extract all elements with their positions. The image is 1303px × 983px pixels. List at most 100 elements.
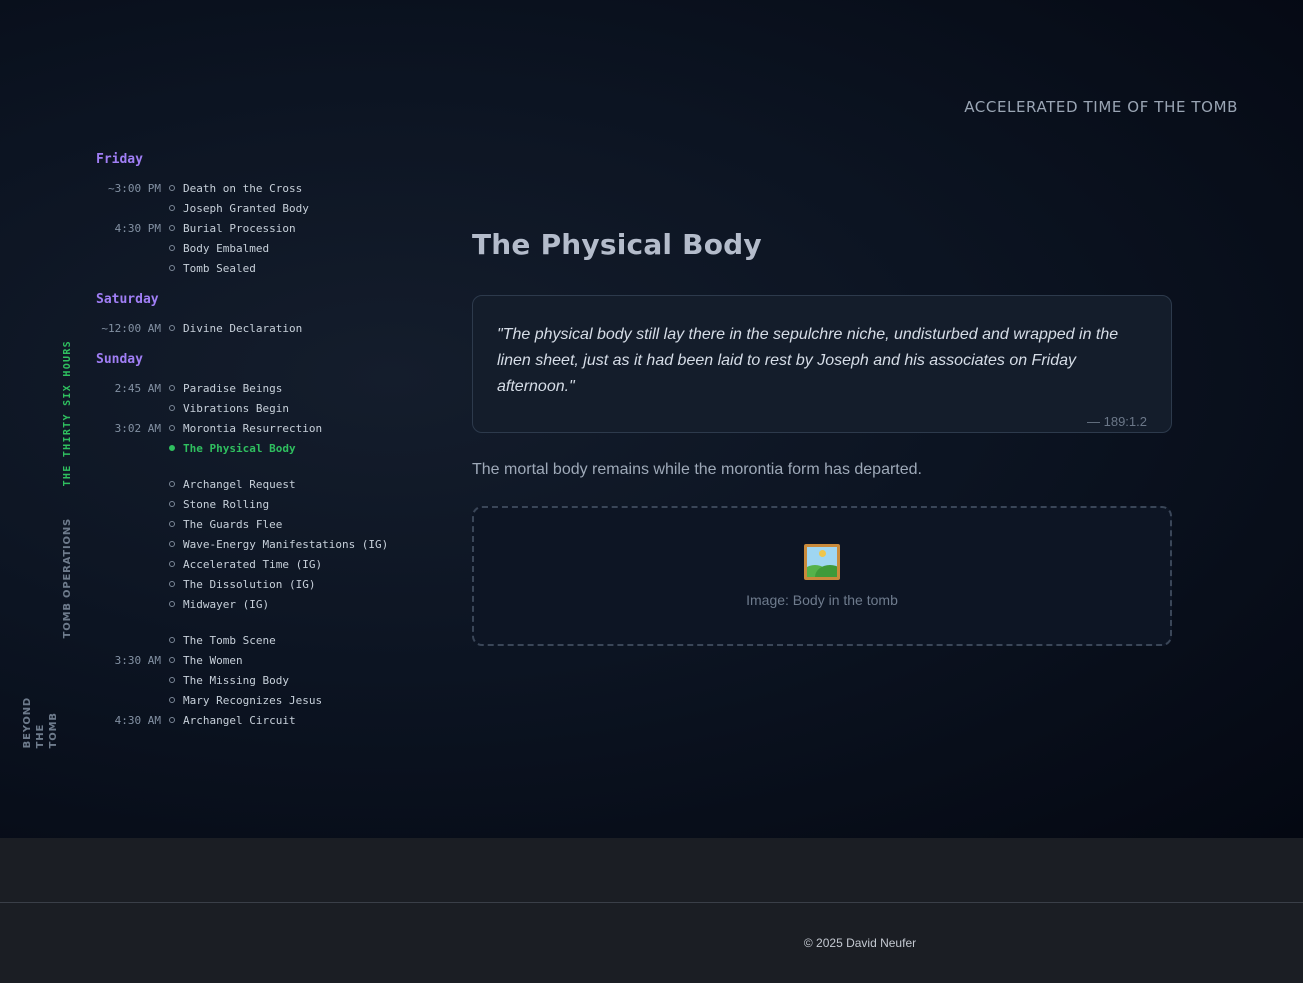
day-heading: Sunday: [96, 352, 143, 367]
day-heading: Friday: [96, 152, 143, 167]
framed-picture-icon: [804, 544, 840, 580]
timeline-dot-icon: [169, 205, 175, 211]
timeline-item-label: Archangel Request: [183, 477, 296, 491]
timeline-item-the-guards-flee[interactable]: The Guards Flee: [96, 514, 426, 534]
timeline-dot-icon: [169, 225, 175, 231]
timeline-dot-icon: [169, 521, 175, 527]
description-text: The mortal body remains while the moront…: [472, 461, 922, 478]
timeline-dot-icon: [169, 501, 175, 507]
timeline-dot-icon: [169, 541, 175, 547]
timeline-item-the-women[interactable]: 3:30 AM The Women: [96, 650, 426, 670]
timeline-dot-icon: [169, 697, 175, 703]
timeline-dot-icon: [169, 185, 175, 191]
timeline-dot-icon: [169, 425, 175, 431]
timeline-dot-icon: [169, 717, 175, 723]
timeline-item-stone-rolling[interactable]: Stone Rolling: [96, 494, 426, 514]
timeline-dot-icon: [169, 581, 175, 587]
day-section-sunday: Sunday 2:45 AM Paradise Beings Vibrations B…: [96, 352, 426, 730]
content-panel: The Physical Body "The physical body sti…: [472, 228, 1172, 646]
timeline-item-archangel-request[interactable]: Archangel Request: [96, 474, 426, 494]
timeline-dot-icon: [169, 657, 175, 663]
timeline-item-the-missing-body[interactable]: The Missing Body: [96, 670, 426, 690]
timeline-item-label: The Physical Body: [183, 441, 296, 455]
timeline-item-the-dissolution-ig[interactable]: The Dissolution (IG): [96, 574, 426, 594]
timeline-item-label: The Women: [183, 653, 243, 667]
event-list: 2:45 AM Paradise Beings Vibrations Begin 3:…: [96, 378, 426, 730]
timeline-item-label: Mary Recognizes Jesus: [183, 693, 323, 707]
event-list: ~12:00 AM Divine Declaration: [96, 318, 426, 338]
timeline-item-death-on-the-cross[interactable]: ~3:00 PM Death on the Cross: [96, 178, 426, 198]
timeline-item-time: 2:45 AM: [114, 381, 161, 395]
timeline-dot-icon: [169, 481, 175, 487]
timeline-item-vibrations-begin[interactable]: Vibrations Begin: [96, 398, 426, 418]
timeline-item-time: 4:30 PM: [114, 221, 161, 235]
tab-beyond-line-2: THE: [35, 723, 46, 749]
copyright-text: © 2025 David Neufer: [803, 936, 917, 950]
timeline-item-label: Morontia Resurrection: [183, 421, 323, 435]
timeline-item-label: Tomb Sealed: [183, 261, 256, 275]
timeline-item-label: Vibrations Begin: [183, 401, 289, 415]
timeline-item-morontia-resurrection[interactable]: 3:02 AM Morontia Resurrection: [96, 418, 426, 438]
tab-beyond-the-tomb[interactable]: BEYOND THE TOMB: [22, 697, 59, 748]
timeline-item-label: Accelerated Time (IG): [183, 557, 323, 571]
timeline-item-time: 3:30 AM: [114, 653, 161, 667]
timeline-item-time: ~12:00 AM: [101, 321, 161, 335]
timeline-item-label: The Dissolution (IG): [183, 577, 316, 591]
timeline-item-archangel-circuit[interactable]: 4:30 AM Archangel Circuit: [96, 710, 426, 730]
timeline-item-the-physical-body[interactable]: The Physical Body: [96, 438, 426, 458]
main-stage: ACCELERATED TIME OF THE TOMB THE THIRTY …: [0, 0, 1303, 838]
timeline-item-label: Death on the Cross: [183, 181, 303, 195]
timeline-nav: Friday ~3:00 PM Death on the Cross Joseph G…: [96, 152, 426, 744]
quote-text: "The physical body still lay there in th…: [497, 326, 1119, 395]
event-list: ~3:00 PM Death on the Cross Joseph Granted…: [96, 178, 426, 278]
day-section-friday: Friday ~3:00 PM Death on the Cross Joseph G…: [96, 152, 426, 278]
day-heading: Saturday: [96, 292, 159, 307]
timeline-dot-icon: [169, 637, 175, 643]
timeline-item-label: Body Embalmed: [183, 241, 270, 255]
page-footer: © 2025 David Neufer: [0, 838, 1303, 983]
timeline-dot-icon: [169, 445, 175, 451]
timeline-item-label: Archangel Circuit: [183, 713, 296, 727]
timeline-item-time: 4:30 AM: [114, 713, 161, 727]
quote-reference: — 189:1.2: [1087, 414, 1147, 429]
footer-divider: [0, 902, 1303, 903]
tab-beyond-line-1: BEYOND: [22, 697, 33, 749]
tab-beyond-line-3: TOMB: [48, 712, 59, 749]
timeline-dot-icon: [169, 385, 175, 391]
timeline-item-time: 3:02 AM: [114, 421, 161, 435]
timeline-item-wave-energy-manifestations-ig[interactable]: Wave-Energy Manifestations (IG): [96, 534, 426, 554]
timeline-item-the-tomb-scene[interactable]: The Tomb Scene: [96, 630, 426, 650]
timeline-dot-icon: [169, 601, 175, 607]
tab-thirty-six-hours[interactable]: THE THIRTY SIX HOURS: [62, 340, 73, 486]
day-section-saturday: Saturday ~12:00 AM Divine Declaration: [96, 292, 426, 338]
timeline-item-mary-recognizes-jesus[interactable]: Mary Recognizes Jesus: [96, 690, 426, 710]
timeline-item-label: Joseph Granted Body: [183, 201, 309, 215]
timeline-item-label: The Missing Body: [183, 673, 289, 687]
timeline-item-divine-declaration[interactable]: ~12:00 AM Divine Declaration: [96, 318, 426, 338]
timeline-item-label: Wave-Energy Manifestations (IG): [183, 537, 389, 551]
timeline-item-label: Burial Procession: [183, 221, 296, 235]
quote-card: "The physical body still lay there in th…: [472, 295, 1172, 433]
timeline-item-label: Paradise Beings: [183, 381, 283, 395]
timeline-item-body-embalmed[interactable]: Body Embalmed: [96, 238, 426, 258]
tab-tomb-operations[interactable]: TOMB OPERATIONS: [62, 518, 73, 638]
page-title: The Physical Body: [472, 228, 762, 261]
timeline-dot-icon: [169, 325, 175, 331]
timeline-dot-icon: [169, 245, 175, 251]
timeline-item-time: ~3:00 PM: [108, 181, 161, 195]
timeline-item-label: The Tomb Scene: [183, 633, 276, 647]
timeline-dot-icon: [169, 677, 175, 683]
timeline-item-accelerated-time-ig[interactable]: Accelerated Time (IG): [96, 554, 426, 574]
timeline-dot-icon: [169, 265, 175, 271]
image-placeholder: Image: Body in the tomb: [472, 506, 1172, 646]
timeline-item-paradise-beings[interactable]: 2:45 AM Paradise Beings: [96, 378, 426, 398]
timeline-item-burial-procession[interactable]: 4:30 PM Burial Procession: [96, 218, 426, 238]
timeline-item-midwayer-ig[interactable]: Midwayer (IG): [96, 594, 426, 614]
timeline-item-label: The Guards Flee: [183, 517, 283, 531]
timeline-dot-icon: [169, 405, 175, 411]
page-header-title: ACCELERATED TIME OF THE TOMB: [964, 98, 1238, 116]
image-caption: Image: Body in the tomb: [746, 592, 898, 608]
timeline-item-label: Divine Declaration: [183, 321, 303, 335]
timeline-item-tomb-sealed[interactable]: Tomb Sealed: [96, 258, 426, 278]
timeline-item-joseph-granted-body[interactable]: Joseph Granted Body: [96, 198, 426, 218]
